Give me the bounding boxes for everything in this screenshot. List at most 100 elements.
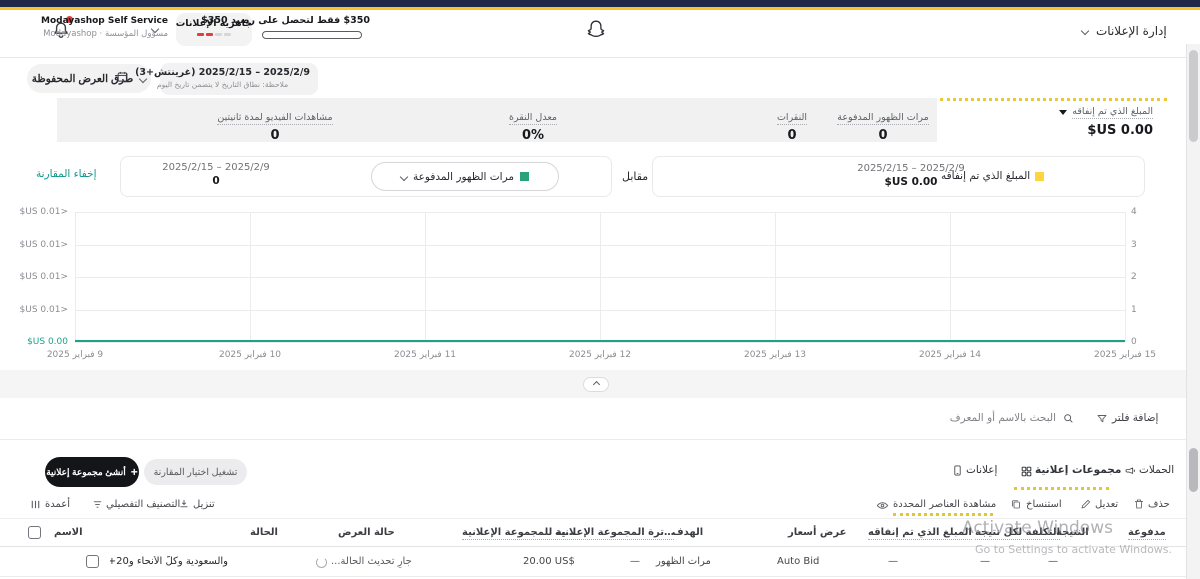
chart-gridline-vertical — [950, 212, 951, 342]
column-header[interactable]: حالة العرض — [338, 527, 395, 538]
plus-icon: + — [131, 465, 138, 479]
metric-b-swatch — [1035, 172, 1044, 181]
duplicate-button[interactable]: استنساخ — [1026, 499, 1062, 510]
breakdown-funnel-icon[interactable] — [92, 499, 103, 510]
row-bid: Auto Bid — [777, 556, 819, 567]
chart-x-axis-label: 12 فبراير 2025 — [540, 350, 660, 360]
chart-gridline-vertical — [775, 212, 776, 342]
comparison-a-label: مرات الظهور المدفوعة — [413, 171, 514, 183]
ads-phone-icon[interactable] — [951, 464, 964, 477]
calendar-icon — [116, 70, 129, 83]
saved-views-button[interactable]: طرق العرض المحفوظة — [27, 64, 151, 93]
comparison-card-b: 2025/2/15 – 2025/2/9 $US 0.00 المبلغ الذ… — [652, 156, 1145, 197]
ads-manager-page: { "top": { "nav_title": "إدارة الإعلانات… — [0, 0, 1200, 579]
chart-y-axis-label: $US 0.00 — [0, 337, 68, 347]
row-name-link[interactable]: والسعودية وكلّ الأنحاء و20+ — [110, 556, 228, 567]
row-delivery-status: جارِ تحديث الحالة... — [331, 556, 412, 567]
delete-button[interactable]: حذف — [1148, 499, 1170, 510]
comparison-mode-button[interactable]: تشغيل اختيار المقارنة — [144, 459, 247, 485]
search-input[interactable]: البحث بالاسم أو المعرف — [948, 412, 1056, 424]
edit-button[interactable]: تعديل — [1095, 499, 1118, 510]
ad-groups-grid-icon[interactable] — [1020, 465, 1033, 478]
add-filter-button[interactable]: إضافة فلتر — [1112, 412, 1158, 424]
credit-offer-text: $350 فقط لتحصل على رصيد 350$ — [254, 15, 370, 26]
column-header[interactable]: الحالة — [250, 527, 278, 538]
campaigns-megaphone-icon[interactable] — [1124, 465, 1137, 478]
create-ad-group-button[interactable]: + أنشئ مجموعة إعلانية — [45, 457, 139, 487]
selected-metric-value: $US 0.00 — [1059, 123, 1153, 138]
row-schedule: — — [630, 556, 640, 567]
view-selected-button[interactable]: مشاهدة العناصر المحددة — [893, 499, 996, 510]
column-header[interactable]: الهدف — [672, 527, 703, 538]
comparison-a-range: 2025/2/15 – 2025/2/9 — [141, 162, 291, 173]
hide-comparison-link[interactable]: إخفاء المقارنة — [36, 168, 97, 180]
metric-clicks[interactable]: النقرات 0 — [742, 105, 842, 143]
tab-campaigns[interactable]: الحملات — [1139, 464, 1174, 476]
chart-x-axis-label: 10 فبراير 2025 — [190, 350, 310, 360]
comparison-card-a: 2025/2/15 – 2025/2/9 0 مرات الظهور المدف… — [120, 156, 612, 197]
page-scrollbar[interactable] — [1186, 44, 1200, 579]
filter-funnel-icon[interactable] — [1096, 413, 1108, 425]
delete-trash-icon[interactable] — [1133, 498, 1145, 510]
chevron-up-icon — [592, 381, 599, 388]
tab-ads[interactable]: إعلانات — [966, 464, 997, 476]
metric-video-views[interactable]: مشاهدات الفيديو لمدة ثانيتين 0 — [155, 105, 395, 143]
download-icon[interactable] — [178, 498, 190, 510]
chart-x-axis-label: 13 فبراير 2025 — [715, 350, 835, 360]
chart-gridline-vertical — [600, 212, 601, 342]
create-ad-group-label: أنشئ مجموعة إعلانية — [46, 467, 126, 478]
date-range-picker[interactable]: 2025/2/9 – 2025/2/15 (غرينتش+3) ملاحظة: … — [160, 63, 318, 95]
chart-y-axis-label: $US 0.01> — [0, 207, 68, 217]
comparison-metric-select[interactable]: مرات الظهور المدفوعة — [371, 162, 559, 191]
column-header[interactable]: الاسم — [54, 527, 83, 538]
chart-gridline-vertical — [250, 212, 251, 342]
columns-button[interactable]: أعمدة — [45, 499, 70, 510]
ad-list-panel: إضافة فلتر البحث بالاسم أو المعرف الحملا… — [0, 398, 1200, 579]
nav-chevron-down-icon[interactable] — [1081, 27, 1089, 35]
metric-value: 0 — [155, 128, 395, 143]
duplicate-icon[interactable] — [1010, 498, 1022, 510]
chart-x-axis-label: 15 فبراير 2025 — [1065, 350, 1185, 360]
columns-icon[interactable] — [30, 499, 41, 510]
chart-right-axis-label: 4 — [1131, 207, 1137, 217]
chart-y-axis-label: $US 0.01> — [0, 240, 68, 250]
status-spinner-icon — [316, 557, 327, 568]
activate-windows-watermark-sub: Go to Settings to activate Windows. — [975, 543, 1172, 556]
selected-metric-card[interactable]: المبلغ الذي تم إنفاقه $US 0.00 — [940, 98, 1167, 142]
search-icon[interactable] — [1062, 412, 1075, 425]
scrollbar-thumb[interactable] — [1189, 50, 1198, 142]
nav-title[interactable]: إدارة الإعلانات — [1096, 24, 1167, 38]
metric-dropdown-triangle-icon — [1059, 110, 1067, 115]
metric-label: النقرات — [777, 112, 807, 125]
chart-right-axis-label: 3 — [1131, 240, 1137, 250]
metric-value: 0% — [473, 128, 593, 143]
view-selected-underline — [893, 513, 993, 516]
row-checkbox[interactable] — [86, 555, 99, 568]
credit-progress-bar — [262, 31, 362, 39]
metric-label: مرات الظهور المدفوعة — [837, 112, 928, 125]
tab-ad-groups[interactable]: مجموعات إعلانية — [1035, 464, 1121, 476]
column-header[interactable]: …ترة المجموعة الإعلانية — [555, 527, 674, 540]
readiness-indicator — [176, 33, 252, 36]
select-all-checkbox[interactable] — [28, 526, 41, 539]
chart-collapse-button[interactable] — [583, 377, 609, 392]
metric-a-swatch — [520, 172, 529, 181]
column-header[interactable]: عرض أسعار — [788, 527, 846, 538]
column-header[interactable]: مدفوعة — [1128, 527, 1166, 540]
column-header[interactable]: المبلغ الذي تم إنفاقه — [868, 527, 972, 540]
download-button[interactable]: تنزيل — [193, 499, 215, 510]
chart-gridline-vertical — [1125, 212, 1126, 342]
chart-x-axis-label: 9 فبراير 2025 — [15, 350, 135, 360]
metric-value: 0 — [742, 128, 842, 143]
scrollbar-thumb-lower[interactable] — [1189, 448, 1198, 492]
breakdown-button[interactable]: التصنيف التفصيلي — [106, 499, 180, 510]
chart-right-axis-label: 0 — [1131, 337, 1137, 347]
spend-chart: $US 0.01>4$US 0.01>3$US 0.01>2$US 0.01>1… — [0, 205, 1200, 370]
chart-x-axis-label: 14 فبراير 2025 — [890, 350, 1010, 360]
eye-icon[interactable] — [876, 499, 889, 512]
metric-click-rate[interactable]: معدل النقرة 0% — [473, 105, 593, 143]
date-range-value: 2025/2/9 – 2025/2/15 (غرينتش+3) — [135, 67, 310, 78]
metrics-strip: مرات الظهور المدفوعة 0 النقرات 0 معدل ال… — [57, 98, 937, 142]
selected-metric-label: المبلغ الذي تم إنفاقه — [1072, 106, 1153, 119]
edit-pencil-icon[interactable] — [1080, 498, 1092, 510]
